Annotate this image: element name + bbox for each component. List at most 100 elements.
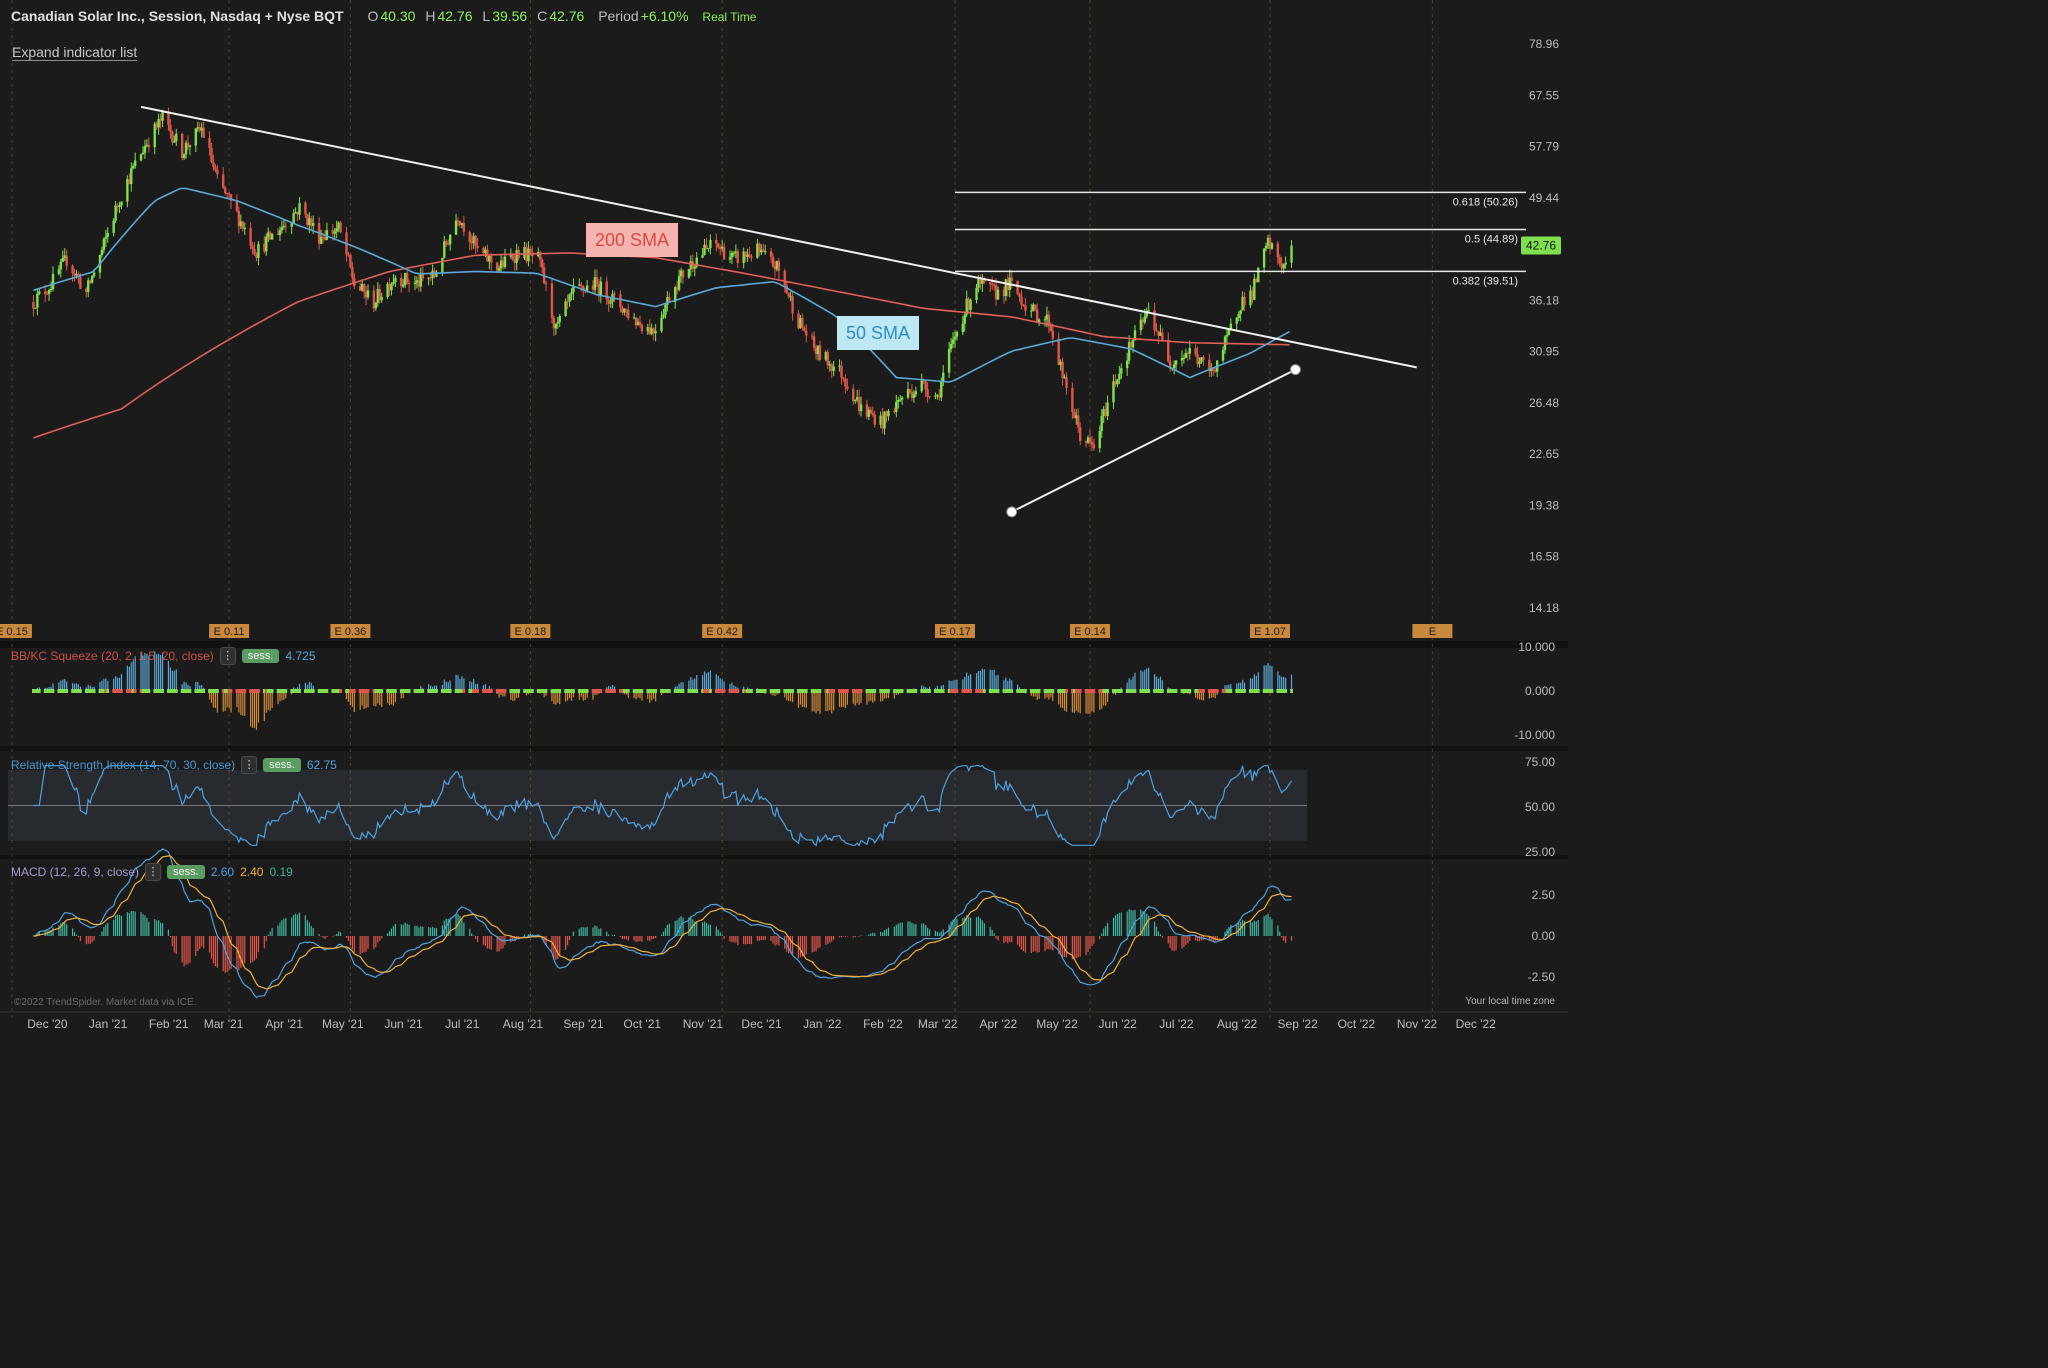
rsi-tick: 75.00 <box>1525 755 1555 769</box>
squeeze-dot <box>804 689 808 693</box>
candle <box>1116 379 1119 385</box>
squeeze-dot <box>161 689 164 693</box>
macd-sess-badge[interactable]: sess. <box>167 865 205 879</box>
candle <box>394 277 397 282</box>
squeeze-dot <box>900 689 904 693</box>
candle <box>949 343 953 350</box>
squeeze-dot <box>654 689 658 693</box>
candle <box>1202 357 1205 360</box>
candle <box>568 294 571 302</box>
candle <box>1092 444 1096 449</box>
candle <box>339 222 342 233</box>
earnings-label: E <box>1429 626 1436 638</box>
squeeze-dot <box>51 689 55 693</box>
squeeze-dot <box>1256 689 1260 693</box>
candle <box>284 225 288 227</box>
squeeze-dot <box>339 689 343 693</box>
candle <box>214 166 217 171</box>
candle <box>1049 325 1053 331</box>
trendline-handle[interactable] <box>1289 364 1301 376</box>
trendline-handle[interactable] <box>1006 506 1018 518</box>
candle <box>1270 243 1274 249</box>
x-axis-label: Sep '21 <box>563 1017 604 1031</box>
candle <box>333 231 336 234</box>
candle <box>1057 338 1060 366</box>
candle <box>1276 243 1280 258</box>
candle <box>120 201 123 206</box>
squeeze-dot <box>1284 689 1288 693</box>
candle <box>550 283 554 318</box>
candle <box>132 165 135 169</box>
expand-indicator-list-link[interactable]: Expand indicator list <box>12 44 138 61</box>
macd-tick: 2.50 <box>1532 888 1556 902</box>
candle <box>1010 277 1013 281</box>
earnings-label: E 0.42 <box>706 626 738 638</box>
candle <box>1182 357 1186 359</box>
candle <box>106 232 109 237</box>
candle <box>1225 334 1229 337</box>
candle <box>924 381 927 390</box>
squeeze-dot <box>558 689 562 693</box>
timezone-label[interactable]: Your local time zone <box>1465 996 1555 1007</box>
squeeze-dot <box>859 689 863 693</box>
squeeze-dot <box>243 689 247 693</box>
x-axis-label: Dec '21 <box>741 1017 782 1031</box>
trendline[interactable] <box>1011 368 1296 513</box>
candle <box>1172 364 1176 369</box>
candle <box>783 270 786 286</box>
candle <box>687 269 691 278</box>
squeeze-dot <box>982 689 986 693</box>
sma50-line <box>33 187 1290 383</box>
candle <box>640 324 644 332</box>
candle <box>380 297 383 301</box>
squeeze-menu-icon[interactable]: ⋮ <box>219 647 236 665</box>
candle <box>421 274 424 279</box>
rsi-menu-icon[interactable]: ⋮ <box>241 756 258 774</box>
candle <box>100 249 104 256</box>
candle <box>951 339 955 344</box>
candle <box>1161 332 1164 340</box>
rsi-legend: Relative Strength Index (14, 70, 30, clo… <box>11 756 337 774</box>
candle <box>1264 245 1268 249</box>
squeeze-dot <box>1147 689 1151 693</box>
candle <box>1282 264 1285 269</box>
squeeze-dot <box>394 689 397 693</box>
candle <box>662 314 665 318</box>
macd-menu-icon[interactable]: ⋮ <box>145 863 162 881</box>
candle <box>141 152 145 155</box>
symbol-title: Canadian Solar Inc., Session, Nasdaq + N… <box>11 8 344 24</box>
candle <box>585 285 589 291</box>
candle <box>1198 361 1201 365</box>
rsi-sess-badge[interactable]: sess. <box>263 758 301 772</box>
candle <box>1090 442 1094 445</box>
candle <box>1167 339 1170 362</box>
candle <box>210 148 213 162</box>
candle <box>715 239 718 244</box>
candle <box>1284 262 1287 265</box>
candle <box>312 223 315 226</box>
squeeze-dot <box>229 689 233 693</box>
candle <box>474 236 477 246</box>
candle <box>844 379 847 387</box>
candle <box>791 296 794 314</box>
candle <box>278 230 282 235</box>
squeeze-dot <box>257 689 260 693</box>
candle <box>599 281 603 296</box>
earnings-label: E 0.18 <box>514 626 546 638</box>
candle <box>1290 245 1293 263</box>
squeeze-sess-badge[interactable]: sess. <box>241 649 280 663</box>
candle <box>476 245 479 248</box>
candle <box>51 274 55 290</box>
candle <box>194 128 198 146</box>
candle <box>173 141 176 143</box>
candle <box>996 289 1000 300</box>
candle <box>251 245 254 250</box>
macd-histogram <box>34 909 1293 973</box>
candle <box>871 412 875 415</box>
chart-canvas[interactable]: 78.96 67.55 57.79 49.44 42.76 36.18 30.95 26.48… <box>0 0 1568 1047</box>
x-axis-label: Dec '20 <box>27 1017 68 1031</box>
open-label: O <box>367 8 379 24</box>
candle <box>677 276 681 290</box>
squeeze-dot <box>1106 689 1109 693</box>
earnings-label: E 0.17 <box>939 626 971 638</box>
